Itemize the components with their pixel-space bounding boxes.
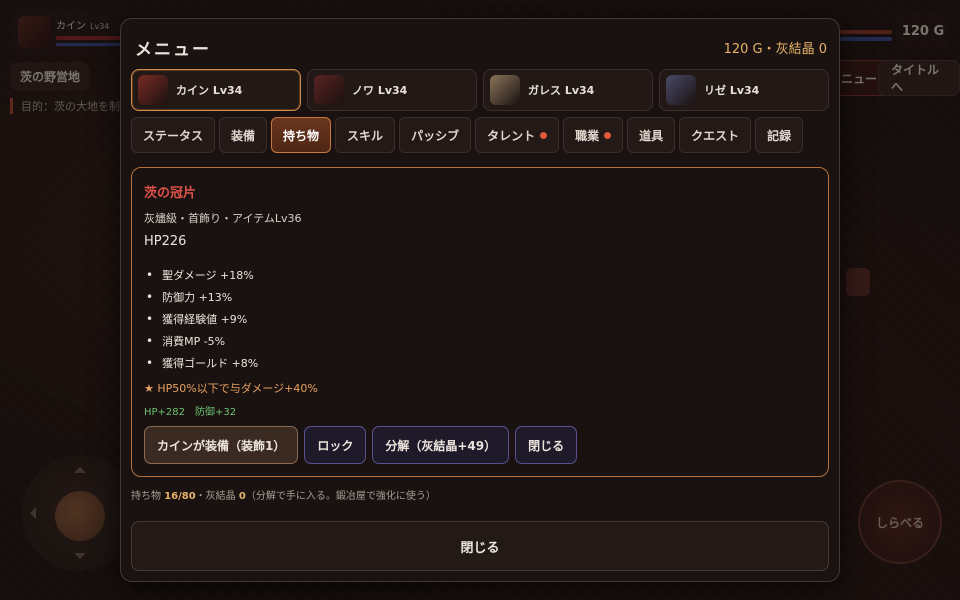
equip-button[interactable]: カインが装備（装飾1） xyxy=(144,426,299,464)
tab-label: 道具 xyxy=(639,128,664,143)
tab-label: パッシブ xyxy=(411,128,460,143)
tab-label: 記録 xyxy=(767,128,792,143)
dismantle-button[interactable]: 分解（灰結晶+49） xyxy=(372,426,510,464)
character-name: リゼ Lv34 xyxy=(704,84,760,97)
character-tab-rize[interactable]: リゼ Lv34 xyxy=(659,69,829,111)
character-tabs: カイン Lv34 ノワ Lv34 ガレス Lv34 リゼ Lv34 xyxy=(131,69,829,111)
lock-button[interactable]: ロック xyxy=(304,426,367,464)
stat-line: 獲得ゴールド +8% xyxy=(146,352,258,374)
stat-line: 消費MP -5% xyxy=(146,330,258,352)
tab-job[interactable]: 職業 xyxy=(563,117,624,153)
stat-line: 聖ダメージ +18% xyxy=(146,264,258,286)
footer-prefix: 持ち物 xyxy=(131,491,165,502)
tab-status[interactable]: ステータス xyxy=(131,117,216,153)
tab-label: タレント xyxy=(487,128,536,143)
inventory-count: 16/80 xyxy=(164,491,196,502)
tab-skills[interactable]: スキル xyxy=(335,117,396,153)
tab-label: 持ち物 xyxy=(283,128,320,143)
tab-talent[interactable]: タレント xyxy=(475,117,560,153)
menu-modal: メニュー 120 G・灰結晶 0 カイン Lv34 ノワ Lv34 ガレス Lv… xyxy=(120,18,840,582)
tab-label: スキル xyxy=(347,128,384,143)
tab-records[interactable]: 記録 xyxy=(755,117,804,153)
character-portrait xyxy=(314,75,344,105)
character-portrait xyxy=(490,75,520,105)
character-name: カイン Lv34 xyxy=(176,84,243,97)
tab-quest[interactable]: クエスト xyxy=(679,117,752,153)
character-portrait xyxy=(138,75,168,105)
notification-dot-icon xyxy=(604,131,612,139)
item-hp: HP226 xyxy=(144,234,187,249)
character-name: ガレス Lv34 xyxy=(528,84,595,97)
item-detail-panel: 茨の冠片 灰燼級・首飾り・アイテムLv36 HP226 聖ダメージ +18% 防… xyxy=(131,167,829,477)
item-name: 茨の冠片 xyxy=(144,186,197,201)
character-tab-nowa[interactable]: ノワ Lv34 xyxy=(307,69,477,111)
close-menu-button[interactable]: 閉じる xyxy=(131,521,829,571)
character-tab-kain[interactable]: カイン Lv34 xyxy=(131,69,301,111)
tab-inventory[interactable]: 持ち物 xyxy=(271,117,332,153)
close-item-button[interactable]: 閉じる xyxy=(515,426,578,464)
tab-label: クエスト xyxy=(691,128,740,143)
currency-display: 120 G・灰結晶 0 xyxy=(723,42,827,57)
tab-passive[interactable]: パッシブ xyxy=(399,117,472,153)
notification-dot-icon xyxy=(540,131,548,139)
stat-line: 獲得経験値 +9% xyxy=(146,308,258,330)
footer-middle: ・灰結晶 xyxy=(195,491,239,502)
item-type: 灰燼級・首飾り・アイテムLv36 xyxy=(144,212,302,225)
inventory-footer: 持ち物 16/80・灰結晶 0（分解で手に入る。鍛冶屋で強化に使う） xyxy=(131,487,436,502)
tab-tools[interactable]: 道具 xyxy=(627,117,676,153)
crystal-count: 0 xyxy=(238,491,246,502)
character-tab-gareth[interactable]: ガレス Lv34 xyxy=(483,69,653,111)
tab-label: 職業 xyxy=(575,128,600,143)
tab-label: 装備 xyxy=(231,128,256,143)
footer-suffix: （分解で手に入る。鍛冶屋で強化に使う） xyxy=(245,491,436,502)
character-name: ノワ Lv34 xyxy=(352,84,408,97)
item-special-effect: ★ HP50%以下で与ダメージ+40% xyxy=(144,382,318,395)
stat-line: 防御力 +13% xyxy=(146,286,258,308)
character-portrait xyxy=(666,75,696,105)
tab-label: ステータス xyxy=(143,128,204,143)
item-actions: カインが装備（装飾1） ロック 分解（灰結晶+49） 閉じる xyxy=(144,426,578,464)
modal-title: メニュー xyxy=(135,40,211,60)
menu-tabs: ステータス 装備 持ち物 スキル パッシブ タレント 職業 道具 クエスト 記録 xyxy=(131,117,804,153)
tab-equipment[interactable]: 装備 xyxy=(219,117,268,153)
item-stats: 聖ダメージ +18% 防御力 +13% 獲得経験値 +9% 消費MP -5% 獲… xyxy=(146,264,258,374)
item-bonus: HP+282 防御+32 xyxy=(144,407,237,418)
